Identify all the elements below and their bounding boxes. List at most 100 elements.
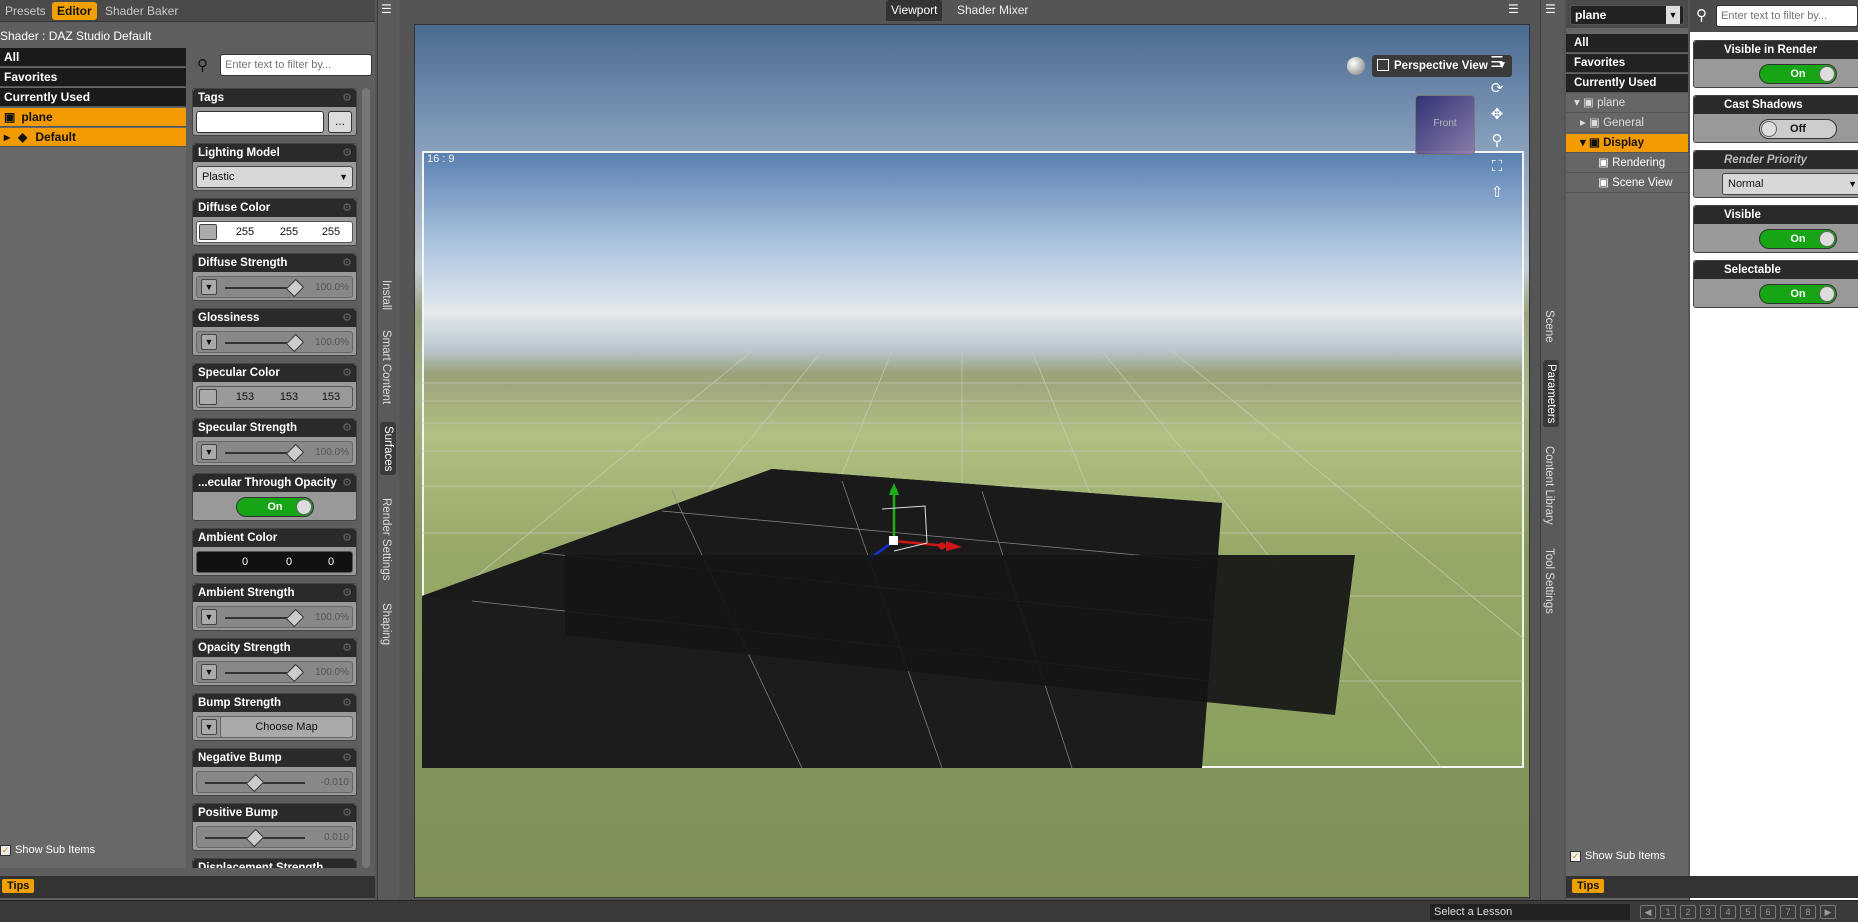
chevron-down-icon[interactable]: ▼ [201,279,217,295]
tips-button[interactable]: Tips [1572,879,1605,893]
filter-input[interactable] [220,54,372,76]
expand-arrow-icon[interactable]: ▸ [4,128,18,147]
tab-editor[interactable]: Editor [52,2,97,20]
slider-handle[interactable] [285,443,305,463]
chevron-down-icon[interactable]: ▼ [201,719,217,735]
selectable-toggle[interactable]: On [1759,284,1837,304]
collapse-arrow-icon[interactable]: ▾ [1574,97,1580,109]
frame-icon[interactable]: ⛶ [1487,157,1507,177]
slider-handle[interactable] [285,278,305,298]
gear-icon[interactable]: ⚙ [342,806,352,819]
tree-item-scene-view[interactable]: ▣ Scene View [1566,174,1688,193]
visible-toggle[interactable]: On [1759,229,1837,249]
tree-item-all[interactable]: All [0,48,186,67]
gear-icon[interactable]: ⚙ [342,366,352,379]
tree-item-all[interactable]: All [1566,34,1688,53]
home-icon[interactable]: ⇧ [1487,183,1507,203]
page-6-button[interactable]: 6 [1760,905,1776,919]
zoom-icon[interactable]: ⚲ [1487,131,1507,151]
lesson-select[interactable]: Select a Lesson [1430,904,1630,920]
page-4-button[interactable]: 4 [1720,905,1736,919]
diffuse-color-field[interactable]: 255 255 255 [196,221,353,243]
lighting-model-select[interactable]: Plastic ▼ [196,166,353,188]
choose-map-button[interactable]: Choose Map [220,716,353,738]
ambient-color-field[interactable]: 0 0 0 [196,551,353,573]
node-select[interactable]: plane ▼ [1570,5,1684,25]
negative-bump-slider[interactable]: -0.010 [196,771,353,793]
gear-icon[interactable]: ⚙ [342,201,352,214]
specular-through-opacity-toggle[interactable]: On [236,497,314,517]
side-tab-parameters[interactable]: Parameters [1543,360,1559,428]
side-tab-scene[interactable]: Scene [1543,310,1555,343]
page-7-button[interactable]: 7 [1780,905,1796,919]
menu-icon[interactable]: ☰ [1487,53,1507,73]
page-3-button[interactable]: 3 [1700,905,1716,919]
page-2-button[interactable]: 2 [1680,905,1696,919]
gear-icon[interactable]: ⚙ [342,311,352,324]
show-sub-items-checkbox[interactable]: ✓ Show Sub Items [0,844,95,856]
opacity-strength-slider[interactable]: ▼ 100.0% [196,661,353,683]
tab-shader-baker[interactable]: Shader Baker [100,2,183,20]
side-tab-surfaces[interactable]: Surfaces [380,422,396,476]
slider-handle[interactable] [285,608,305,628]
gear-icon[interactable]: ⚙ [342,476,352,489]
lesson-prev-icon[interactable]: ◀ [1640,905,1656,919]
gear-icon[interactable]: ⚙ [342,751,352,764]
menu-icon[interactable]: ☰ [1545,2,1556,16]
tab-shader-mixer[interactable]: Shader Mixer [952,0,1033,21]
ambient-strength-slider[interactable]: ▼ 100.0% [196,606,353,628]
tree-item-plane[interactable]: ▣ plane [0,108,186,127]
properties-scrollbar[interactable] [362,88,370,868]
collapse-arrow-icon[interactable]: ▾ [1580,137,1586,149]
slider-handle[interactable] [285,663,305,683]
chevron-down-icon[interactable]: ▼ [201,334,217,350]
tab-viewport[interactable]: Viewport [886,0,943,21]
chevron-down-icon[interactable] [199,224,217,240]
tree-item-currently-used[interactable]: Currently Used [1566,74,1688,93]
tags-input[interactable] [196,111,324,133]
slider-handle[interactable] [285,333,305,353]
glossiness-slider[interactable]: ▼ 100.0% [196,331,353,353]
tags-button[interactable]: ... [328,111,352,133]
show-sub-items-checkbox[interactable]: ✓ Show Sub Items [1570,850,1665,862]
orbit-icon[interactable]: ⟳ [1487,79,1507,99]
gear-icon[interactable]: ⚙ [342,641,352,654]
tree-item-favorites[interactable]: Favorites [1566,54,1688,73]
gear-icon[interactable]: ⚙ [342,146,352,159]
page-1-button[interactable]: 1 [1660,905,1676,919]
lesson-next-icon[interactable]: ▶ [1820,905,1836,919]
side-tab-smart-content[interactable]: Smart Content [380,330,392,404]
chevron-down-icon[interactable]: ▼ [201,444,217,460]
gear-icon[interactable]: ⚙ [342,696,352,709]
diffuse-strength-slider[interactable]: ▼ 100.0% [196,276,353,298]
view-cube[interactable]: Front [1415,95,1475,155]
filter-input[interactable] [1716,5,1858,27]
gear-icon[interactable]: ⚙ [342,91,352,104]
render-priority-select[interactable]: Normal ▼ [1722,173,1858,195]
positive-bump-slider[interactable]: 0.010 [196,826,353,848]
chevron-down-icon[interactable]: ▼ [201,609,217,625]
chevron-down-icon[interactable]: ▼ [201,664,217,680]
tab-presets[interactable]: Presets [0,2,51,20]
tree-item-plane[interactable]: ▾ ▣ plane [1566,94,1688,113]
cast-shadows-toggle[interactable]: Off [1759,119,1837,139]
expand-arrow-icon[interactable]: ▸ [1580,117,1586,129]
gear-icon[interactable]: ⚙ [342,256,352,269]
gear-icon[interactable]: ⚙ [342,586,352,599]
side-tab-tool-settings[interactable]: Tool Settings [1543,548,1555,614]
specular-color-field[interactable]: 153 153 153 [196,386,353,408]
tree-item-favorites[interactable]: Favorites [0,68,186,87]
tree-item-rendering[interactable]: ▣ Rendering [1566,154,1688,173]
slider-handle[interactable] [245,773,265,793]
side-tab-shaping[interactable]: Shaping [380,603,392,645]
tree-item-display[interactable]: ▾ ▣ Display [1566,134,1688,153]
page-8-button[interactable]: 8 [1800,905,1816,919]
slider-handle[interactable] [245,828,265,848]
visible-in-render-toggle[interactable]: On [1759,64,1837,84]
tips-button[interactable]: Tips [2,879,35,893]
tree-item-default[interactable]: ▸ ◆ Default [0,128,186,147]
chevron-down-icon[interactable] [199,389,217,405]
menu-icon[interactable]: ☰ [1508,2,1519,16]
3d-viewport[interactable]: 16 : 9 Perspective View ▼ Front ☰ ⟳ ✥ ⚲ … [414,24,1530,898]
specular-strength-slider[interactable]: ▼ 100.0% [196,441,353,463]
